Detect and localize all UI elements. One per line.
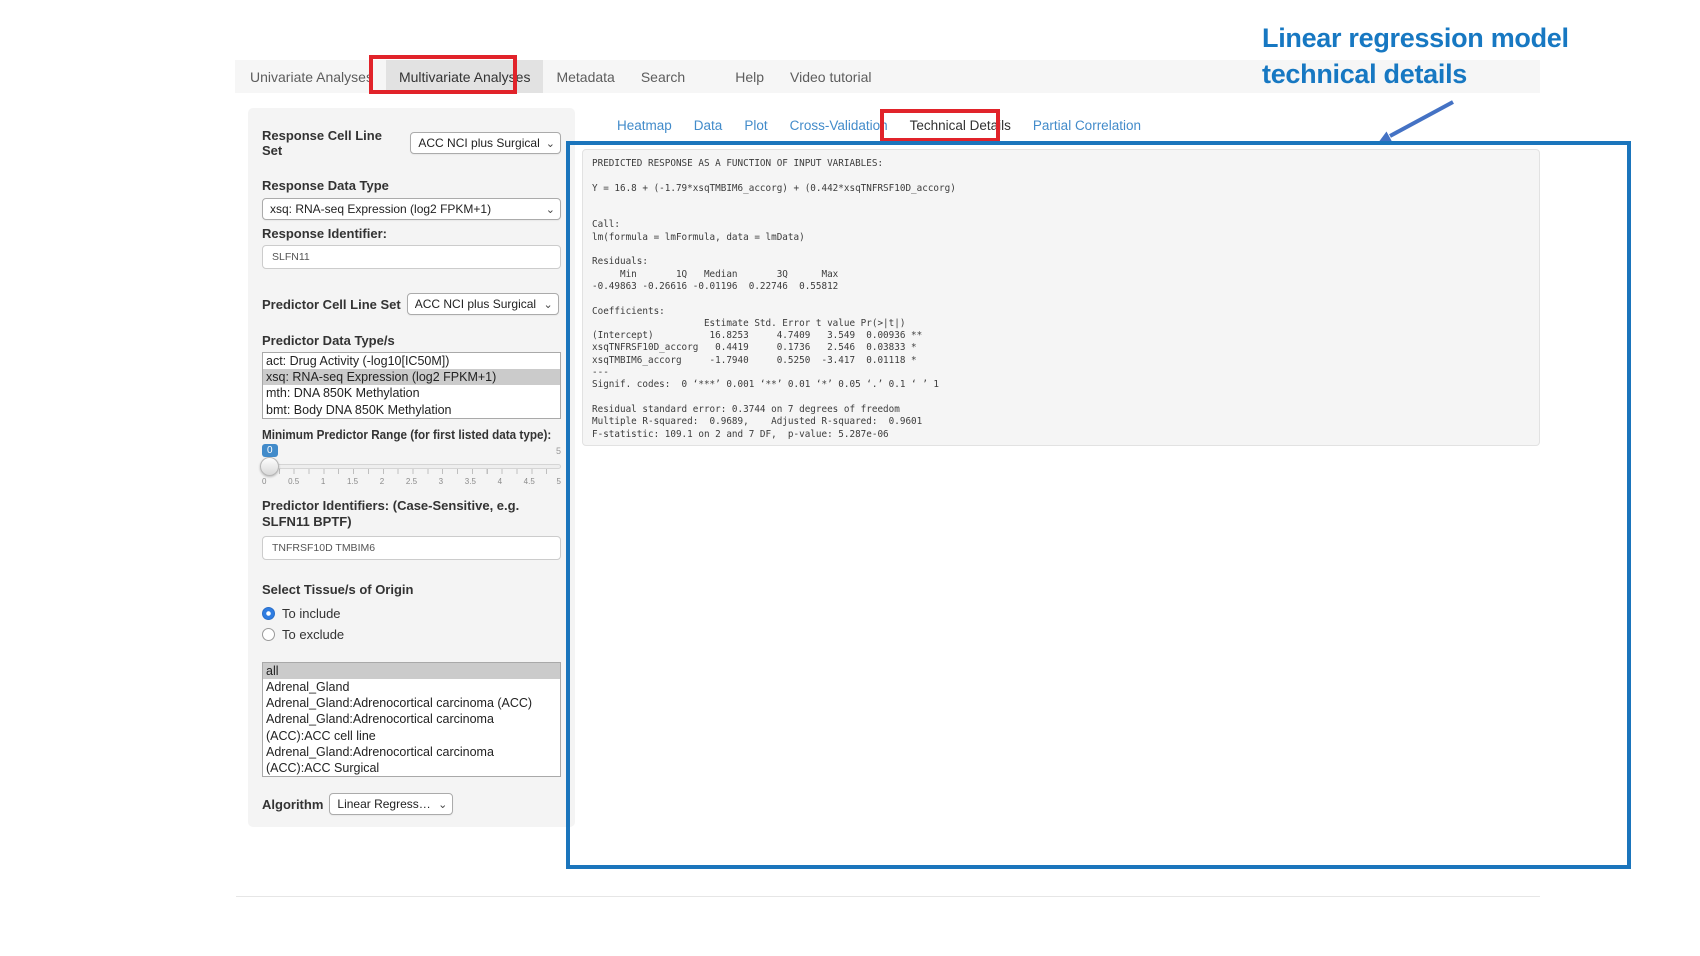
tissue-option-adrenal-gland-adrenocortical-carcinoma-a[interactable]: Adrenal_Gland:Adrenocortical carcinoma (… — [263, 695, 560, 711]
slider-tick-label: 5 — [556, 477, 560, 486]
chevron-down-icon: ⌄ — [546, 203, 555, 216]
page: Univariate AnalysesMultivariate Analyses… — [0, 0, 1700, 956]
parameters-sidebar: Response Cell Line Set ACC NCI plus Surg… — [248, 108, 575, 827]
tissue-radio-label: To exclude — [282, 627, 344, 642]
predictor-identifiers-label: Predictor Identifiers: (Case-Sensitive, … — [262, 498, 561, 530]
tissue-option-adrenal-gland-adrenocortical-carcinoma-a[interactable]: Adrenal_Gland:Adrenocortical carcinoma (… — [263, 744, 560, 776]
tissue-origin-label: Select Tissue/s of Origin — [262, 582, 561, 597]
annotation-callout: Linear regression model technical detail… — [1262, 20, 1622, 92]
predictor-data-types-label: Predictor Data Type/s — [262, 333, 561, 348]
predictor-data-type-option-mth-dna-850k-methylation[interactable]: mth: DNA 850K Methylation — [263, 385, 560, 401]
slider-tick-label: 4 — [498, 477, 502, 486]
response-data-type-value: xsq: RNA-seq Expression (log2 FPKM+1) — [270, 202, 491, 216]
nav-item-search[interactable]: Search — [628, 60, 698, 93]
annotation-arrow-icon — [1358, 90, 1468, 152]
response-cell-line-set-select[interactable]: ACC NCI plus Surgical ⌄ — [410, 132, 561, 154]
annotation-line-1: Linear regression model — [1262, 20, 1622, 56]
tab-partial-correlation[interactable]: Partial Correlation — [1022, 118, 1152, 133]
response-identifier-input[interactable] — [262, 245, 561, 269]
response-data-type-select[interactable]: xsq: RNA-seq Expression (log2 FPKM+1) ⌄ — [262, 198, 561, 220]
slider-tick-label: 2 — [380, 477, 384, 486]
slider-value-bubble: 0 — [262, 444, 278, 457]
response-cell-line-set-label: Response Cell Line Set — [262, 128, 404, 158]
chevron-down-icon: ⌄ — [546, 137, 555, 150]
predictor-data-type-option-bmt-body-dna-850k-methylation[interactable]: bmt: Body DNA 850K Methylation — [263, 402, 560, 418]
nav-item-video-tutorial[interactable]: Video tutorial — [777, 60, 884, 93]
predictor-data-type-option-xsq-rna-seq-expression-log2-fpkm-1[interactable]: xsq: RNA-seq Expression (log2 FPKM+1) — [263, 369, 560, 385]
response-data-type-label: Response Data Type — [262, 178, 561, 193]
slider-tick-label: 0 — [262, 477, 266, 486]
min-predictor-range-label: Minimum Predictor Range (for first liste… — [262, 427, 561, 442]
algorithm-value: Linear Regression — [337, 797, 432, 811]
tissue-listbox: allAdrenal_GlandAdrenal_Gland:Adrenocort… — [262, 662, 561, 777]
tissue-radio-to-exclude[interactable]: To exclude — [262, 626, 561, 644]
slider-tick-grid — [264, 469, 559, 474]
predictor-cell-line-set-select[interactable]: ACC NCI plus Surgical ⌄ — [407, 293, 559, 315]
algorithm-select[interactable]: Linear Regression ⌄ — [329, 793, 453, 815]
radio-button-icon[interactable] — [262, 607, 275, 620]
nav-item-help[interactable]: Help — [722, 60, 777, 93]
nav-item-multivariate-analyses[interactable]: Multivariate Analyses — [386, 60, 544, 93]
slider-tick-label: 3.5 — [465, 477, 476, 486]
chevron-down-icon: ⌄ — [543, 298, 552, 311]
predictor-cell-line-set-value: ACC NCI plus Surgical — [415, 297, 536, 311]
tissue-option-adrenal-gland[interactable]: Adrenal_Gland — [263, 679, 560, 695]
tissue-option-adrenal-gland-adrenocortical-carcinoma-a[interactable]: Adrenal_Gland:Adrenocortical carcinoma (… — [263, 711, 560, 743]
tab-technical-details[interactable]: Technical Details — [899, 118, 1022, 133]
technical-details-output: PREDICTED RESPONSE AS A FUNCTION OF INPU… — [582, 149, 1540, 446]
tissue-radio-label: To include — [282, 606, 341, 621]
tab-cross-validation[interactable]: Cross-Validation — [779, 118, 899, 133]
slider-tick-label: 1 — [321, 477, 325, 486]
tissue-option-all[interactable]: all — [263, 663, 560, 679]
slider-max-label: 5 — [556, 446, 561, 456]
slider-handle[interactable] — [260, 457, 279, 476]
tissue-radio-to-include[interactable]: To include — [262, 605, 561, 623]
chevron-down-icon: ⌄ — [438, 798, 447, 811]
predictor-data-type-option-act-drug-activity-log10-ic50m[interactable]: act: Drug Activity (-log10[IC50M]) — [263, 353, 560, 369]
results-tab-bar: HeatmapDataPlotCross-ValidationTechnical… — [606, 112, 1152, 138]
tissue-radio-group: To include To exclude — [262, 605, 561, 644]
slider-tick-label: 1.5 — [347, 477, 358, 486]
nav-item-metadata[interactable]: Metadata — [543, 60, 627, 93]
nav-item-univariate-analyses[interactable]: Univariate Analyses — [237, 60, 386, 93]
footer-divider — [236, 896, 1540, 897]
min-predictor-range-slider[interactable]: 0 5 0 0.5 1 1.5 2 2.5 3 3.5 4 4.5 5 — [262, 444, 561, 490]
slider-tick-labels: 0 0.5 1 1.5 2 2.5 3 3.5 4 4.5 5 — [262, 477, 561, 486]
slider-tick-label: 0.5 — [288, 477, 299, 486]
response-cell-line-set-value: ACC NCI plus Surgical — [418, 136, 539, 150]
tab-heatmap[interactable]: Heatmap — [606, 118, 683, 133]
predictor-identifiers-input[interactable] — [262, 536, 561, 560]
slider-tick-label: 2.5 — [406, 477, 417, 486]
predictor-data-types-listbox: act: Drug Activity (-log10[IC50M])xsq: R… — [262, 352, 561, 419]
predictor-cell-line-set-label: Predictor Cell Line Set — [262, 297, 401, 312]
tab-data[interactable]: Data — [683, 118, 734, 133]
algorithm-label: Algorithm — [262, 797, 323, 812]
slider-tick-label: 4.5 — [524, 477, 535, 486]
response-identifier-label: Response Identifier: — [262, 226, 561, 241]
tab-plot[interactable]: Plot — [733, 118, 778, 133]
annotation-line-2: technical details — [1262, 56, 1622, 92]
radio-button-icon[interactable] — [262, 628, 275, 641]
slider-tick-label: 3 — [439, 477, 443, 486]
